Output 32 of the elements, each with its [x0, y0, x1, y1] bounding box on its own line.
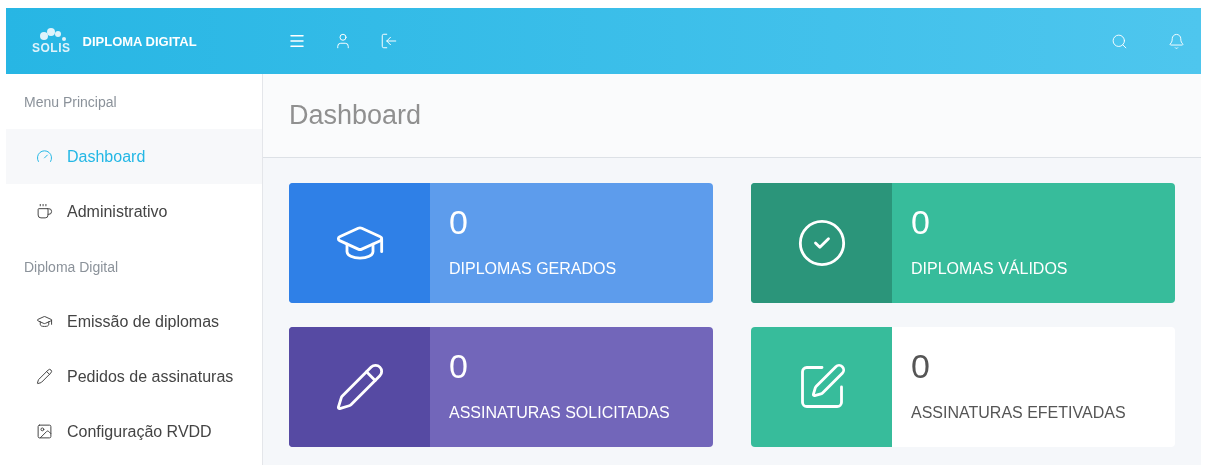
stat-value: 0 — [911, 347, 930, 386]
stat-value: 0 — [449, 347, 468, 386]
menu-icon[interactable] — [288, 32, 306, 50]
sidebar-item[interactable]: Emissão de diplomas — [6, 294, 262, 349]
sidebar-heading: Diploma Digital — [23, 257, 120, 277]
stat-label: DIPLOMAS VÁLIDOS — [911, 260, 1068, 278]
sidebar-item[interactable]: Administrativo — [6, 184, 262, 239]
sidebar-item[interactable]: Pedidos de assinaturas — [6, 349, 262, 404]
sidebar-item-label: Pedidos de assinaturas — [67, 367, 234, 386]
stat-label: ASSINATURAS EFETIVADAS — [911, 404, 1126, 422]
cup-icon — [36, 203, 53, 220]
sidebar-item-label: Emissão de diplomas — [67, 312, 220, 331]
sidebar-item[interactable]: Configuração RVDD — [6, 404, 262, 459]
sidebar-item-label: Dashboard — [67, 147, 146, 166]
app-title: DIPLOMA DIGITAL — [82, 33, 197, 49]
exit-icon[interactable] — [380, 32, 398, 50]
stat-label: ASSINATURAS SOLICITADAS — [449, 404, 670, 422]
image-icon — [36, 423, 53, 440]
sidebar-heading: Menu Principal — [23, 92, 118, 112]
user-icon[interactable] — [334, 32, 352, 50]
bell-icon[interactable] — [1168, 32, 1185, 50]
page-title: Dashboard — [289, 100, 422, 131]
sidebar-item-label: Configuração RVDD — [67, 422, 212, 441]
search-icon[interactable] — [1111, 32, 1128, 50]
gauge-icon — [36, 148, 53, 165]
logo-text: SOLIS — [32, 41, 71, 55]
sidebar-item-label: Administrativo — [67, 202, 168, 221]
graduation-cap-icon — [36, 313, 53, 330]
pencil-icon — [36, 368, 53, 385]
stat-value: 0 — [449, 203, 468, 242]
stat-label: DIPLOMAS GERADOS — [449, 260, 617, 278]
stat-value: 0 — [911, 203, 930, 242]
